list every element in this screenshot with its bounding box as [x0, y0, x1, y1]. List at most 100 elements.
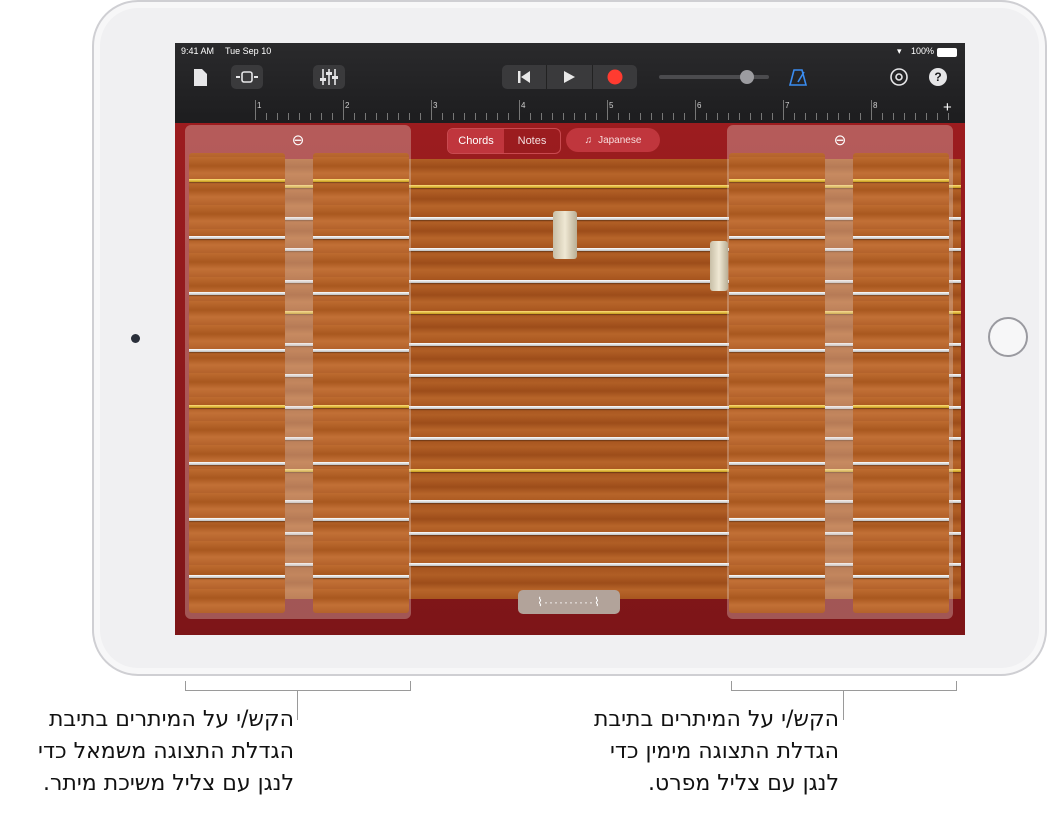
play-icon[interactable]	[546, 65, 591, 89]
koto-instrument: ⊖ ⊖ Chords Notes ♫ Japanese ⌇··········⌇	[175, 123, 965, 635]
zoom-string[interactable]	[729, 574, 825, 578]
timeline-ruler[interactable]: 1 2 3 4 5 6 7 8	[255, 100, 955, 120]
zoom-string[interactable]	[313, 405, 409, 408]
zoom-string[interactable]	[729, 292, 825, 295]
ruler-subtick	[750, 113, 751, 120]
ruler-subtick	[453, 113, 454, 120]
control-bar: 9:41 AM Tue Sep 10 ▾ 100% ? 1 2 3 4 5 6 …	[175, 43, 965, 123]
right-callout-stem	[843, 690, 844, 720]
right-callout-bracket	[731, 681, 957, 691]
ruler-subtick	[266, 113, 267, 120]
zoom-string[interactable]	[853, 518, 949, 521]
zoom-string[interactable]	[853, 292, 949, 295]
ruler-subtick	[739, 113, 740, 120]
zoom-string[interactable]	[853, 461, 949, 465]
ruler-subtick	[354, 113, 355, 120]
zoom-out-icon[interactable]: ⊖	[185, 131, 411, 149]
left-zoom-box[interactable]: ⊖	[185, 125, 411, 619]
camera	[131, 334, 140, 343]
go-to-start-icon[interactable]	[502, 65, 546, 89]
zoom-string[interactable]	[853, 405, 949, 408]
chords-button[interactable]: Chords	[448, 129, 504, 153]
zoom-string[interactable]	[313, 518, 409, 521]
ruler-subtick	[530, 113, 531, 120]
zoom-string[interactable]	[853, 348, 949, 352]
home-button[interactable]	[988, 317, 1028, 357]
zoom-string[interactable]	[313, 235, 409, 239]
zoom-string[interactable]	[189, 574, 285, 578]
ruler-subtick	[409, 113, 410, 120]
volume-slider[interactable]	[659, 70, 769, 84]
zoom-string[interactable]	[729, 461, 825, 465]
ruler-subtick	[761, 113, 762, 120]
zoom-string[interactable]	[853, 235, 949, 239]
status-date: Tue Sep 10	[225, 46, 272, 56]
status-time: 9:41 AM	[181, 46, 215, 56]
metronome-icon[interactable]	[785, 65, 811, 89]
ruler-subtick	[926, 113, 927, 120]
zoom-string[interactable]	[313, 292, 409, 295]
notes-icon: ♫	[584, 134, 593, 146]
zoom-string[interactable]	[189, 518, 285, 521]
vibrato-control[interactable]: ⌇··········⌇	[518, 590, 620, 614]
left-zoom-strip-a[interactable]	[189, 153, 285, 613]
caption-line: הגדלת התצוגה מימין כדי	[610, 739, 839, 764]
right-zoom-box[interactable]: ⊖	[727, 125, 953, 619]
zoom-string[interactable]	[313, 461, 409, 465]
ruler-bar-number: 2	[345, 101, 350, 110]
ruler-subtick	[475, 113, 476, 120]
zoom-string[interactable]	[313, 574, 409, 578]
zoom-string[interactable]	[853, 179, 949, 182]
zoom-string[interactable]	[729, 518, 825, 521]
ruler-subtick	[794, 113, 795, 120]
caption-line: הגדלת התצוגה משמאל כדי	[38, 739, 294, 764]
zoom-string[interactable]	[189, 179, 285, 182]
zoom-string[interactable]	[189, 461, 285, 465]
track-view-icon[interactable]	[231, 65, 263, 89]
zoom-string[interactable]	[189, 348, 285, 352]
zoom-out-icon[interactable]: ⊖	[727, 131, 953, 149]
chords-notes-switch: Chords Notes	[447, 128, 561, 154]
koto-bridge	[710, 241, 728, 291]
right-zoom-strip-b[interactable]	[853, 153, 949, 613]
ruler-subtick	[618, 113, 619, 120]
zoom-string[interactable]	[189, 405, 285, 408]
document-icon[interactable]	[189, 65, 211, 89]
ruler-subtick	[277, 113, 278, 120]
right-zoom-strip-a[interactable]	[729, 153, 825, 613]
zoom-string[interactable]	[729, 405, 825, 408]
ruler-subtick	[508, 113, 509, 120]
ruler-bar-number: 4	[521, 101, 526, 110]
left-zoom-strip-b[interactable]	[313, 153, 409, 613]
volume-knob[interactable]	[740, 70, 754, 84]
record-icon[interactable]	[591, 65, 637, 89]
settings-icon[interactable]	[886, 65, 912, 89]
zoom-string[interactable]	[729, 179, 825, 182]
ruler-subtick	[497, 113, 498, 120]
zoom-string[interactable]	[189, 235, 285, 239]
add-section-button[interactable]: +	[943, 99, 952, 116]
ruler-bar-number: 7	[785, 101, 790, 110]
zoom-string[interactable]	[729, 348, 825, 352]
ruler-subtick	[728, 113, 729, 120]
ruler-subtick	[651, 113, 652, 120]
zoom-string[interactable]	[313, 348, 409, 352]
ruler-bar-number: 6	[697, 101, 702, 110]
mixer-icon[interactable]	[313, 65, 345, 89]
help-icon[interactable]: ?	[929, 68, 947, 86]
ruler-subtick	[629, 113, 630, 120]
zoom-string[interactable]	[729, 235, 825, 239]
zoom-string[interactable]	[313, 179, 409, 182]
scale-label: Japanese	[598, 134, 642, 146]
ruler-subtick	[376, 113, 377, 120]
zoom-string[interactable]	[189, 292, 285, 295]
scale-button[interactable]: ♫ Japanese	[566, 128, 660, 152]
ruler-subtick	[662, 113, 663, 120]
zoom-string[interactable]	[853, 574, 949, 578]
notes-button[interactable]: Notes	[504, 129, 560, 153]
ruler-subtick	[893, 113, 894, 120]
screen: 9:41 AM Tue Sep 10 ▾ 100% ? 1 2 3 4 5 6 …	[175, 43, 965, 635]
ruler-subtick	[442, 113, 443, 120]
ruler-subtick	[772, 113, 773, 120]
ruler-subtick	[827, 113, 828, 120]
